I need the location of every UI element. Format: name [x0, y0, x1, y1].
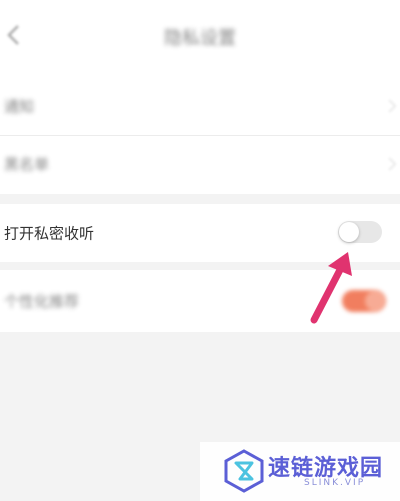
chevron-left-icon[interactable]	[4, 22, 24, 48]
page-title: 隐私设置	[164, 28, 236, 49]
private-listening-toggle[interactable]	[338, 221, 382, 243]
settings-section-1: 通知 黑名单	[0, 78, 400, 194]
arrow-pointer-icon	[310, 252, 352, 324]
row-label: 通知	[4, 97, 35, 116]
toggle-knob	[365, 291, 385, 311]
toggle-knob	[339, 222, 359, 242]
settings-row[interactable]: 通知	[0, 78, 400, 134]
watermark-subtext: SLINK.VIP	[304, 478, 366, 488]
watermark: 速链游戏园 SLINK.VIP	[200, 442, 400, 501]
private-listening-label: 打开私密收听	[4, 224, 95, 243]
chevron-right-icon	[383, 157, 396, 171]
top-bar: 隐私设置	[0, 0, 400, 78]
recommend-label: 个性化推荐	[4, 292, 80, 311]
row-label: 黑名单	[4, 155, 50, 174]
chevron-right-icon	[383, 99, 396, 113]
watermark-logo-icon	[224, 449, 264, 493]
settings-row[interactable]: 黑名单	[0, 136, 400, 192]
